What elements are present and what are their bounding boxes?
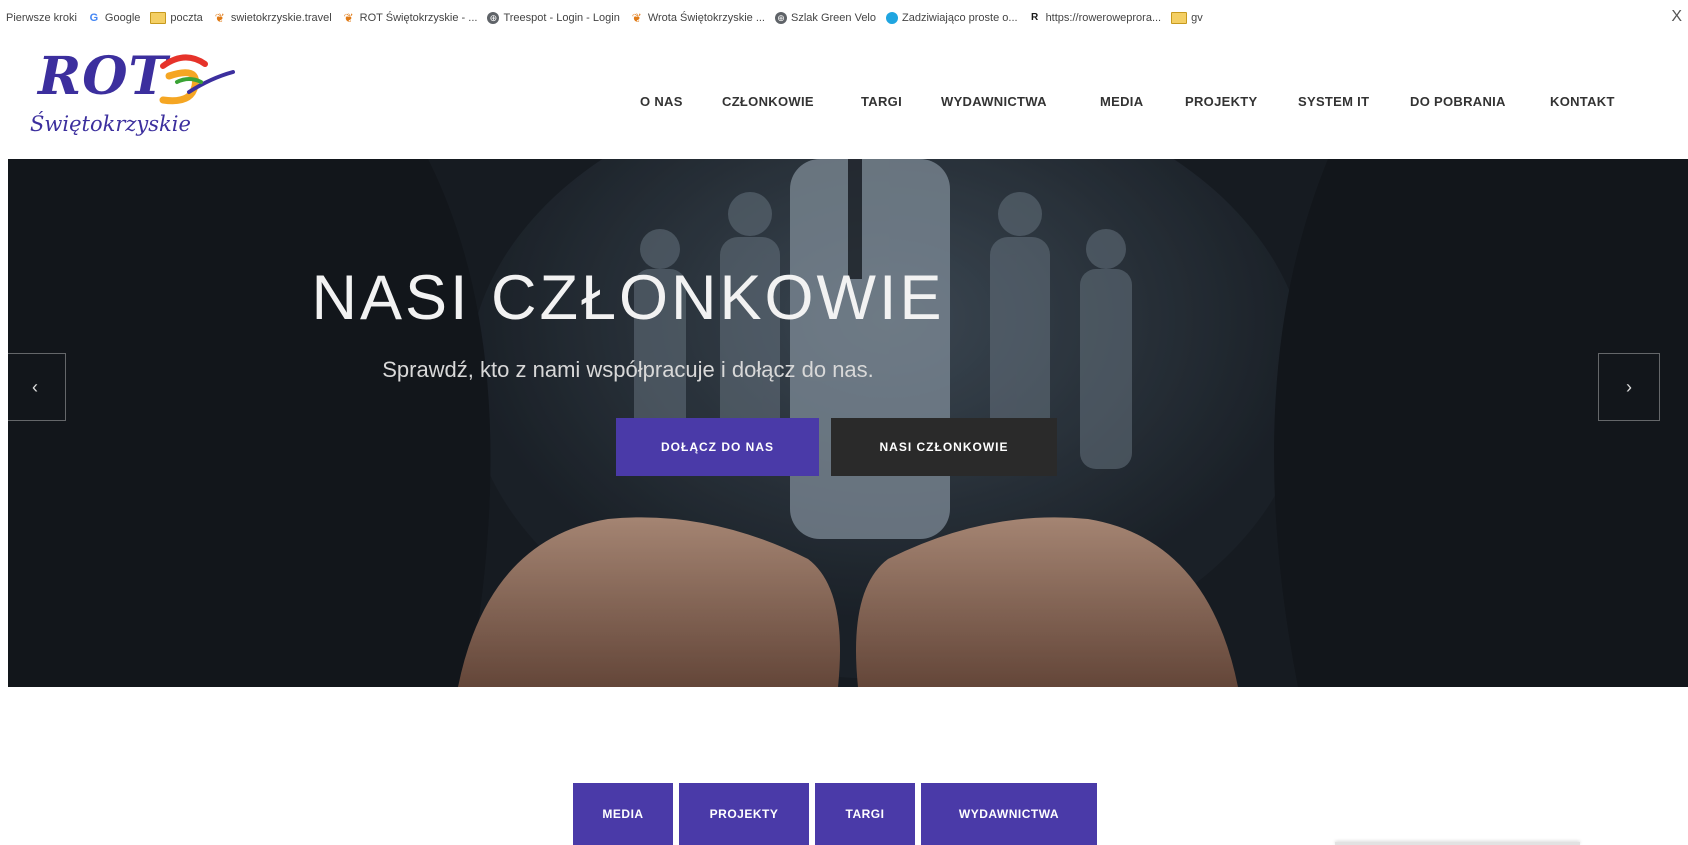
chevron-left-icon[interactable]: ‹ bbox=[8, 353, 66, 421]
bookmark-label: swietokrzyskie.travel bbox=[230, 12, 332, 24]
rot-icon: ❦ bbox=[214, 11, 225, 25]
hero-title: NASI CZŁONKOWIE bbox=[311, 263, 945, 333]
bookmark-label: Szlak Green Velo bbox=[791, 12, 876, 24]
bookmark-poczta[interactable]: poczta bbox=[150, 12, 203, 24]
tab-targi[interactable]: TARGI bbox=[815, 783, 915, 845]
nav-o-nas[interactable]: O NAS bbox=[640, 94, 683, 109]
main-nav: O NAS CZŁONKOWIE TARGI WYDAWNICTWA MEDIA… bbox=[0, 94, 1688, 114]
bookmark-label: poczta bbox=[170, 12, 203, 24]
folder-icon bbox=[150, 12, 167, 24]
bookmark-label: gv bbox=[1191, 12, 1203, 24]
bookmark-pierwsze-kroki[interactable]: Pierwsze kroki bbox=[6, 12, 77, 24]
tab-wydawnictwa[interactable]: WYDAWNICTWA bbox=[921, 783, 1097, 845]
folder-icon bbox=[1171, 12, 1188, 24]
hero-subtitle: Sprawdź, kto z nami współpracuje i dołąc… bbox=[382, 357, 874, 382]
google-icon: G bbox=[89, 12, 99, 24]
bookmark-label: Wrota Świętokrzyskie ... bbox=[647, 12, 765, 24]
nav-czlonkowie[interactable]: CZŁONKOWIE bbox=[722, 94, 814, 109]
bookmark-google[interactable]: G Google bbox=[87, 11, 141, 25]
bookmark-wrota[interactable]: ❦ Wrota Świętokrzyskie ... bbox=[630, 11, 765, 25]
globe-icon: ⊕ bbox=[775, 12, 787, 24]
tab-projekty[interactable]: PROJEKTY bbox=[679, 783, 809, 845]
nav-media[interactable]: MEDIA bbox=[1100, 94, 1143, 109]
nav-do-pobrania[interactable]: DO POBRANIA bbox=[1410, 94, 1506, 109]
nav-wydawnictwa[interactable]: WYDAWNICTWA bbox=[941, 94, 1047, 109]
chevron-right-icon[interactable]: › bbox=[1598, 353, 1660, 421]
hero-slider: NASI CZŁONKOWIE Sprawdź, kto z nami wspó… bbox=[8, 159, 1688, 687]
logo-subtitle: Świętokrzyskie bbox=[30, 112, 191, 136]
bookmark-treespot[interactable]: ⊕ Treespot - Login - Login bbox=[487, 12, 620, 24]
nav-targi[interactable]: TARGI bbox=[861, 94, 902, 109]
bookmark-label: ROT Świętokrzyskie - ... bbox=[359, 12, 478, 24]
bookmark-green-velo[interactable]: ⊕ Szlak Green Velo bbox=[775, 12, 876, 24]
nav-system-it[interactable]: SYSTEM IT bbox=[1298, 94, 1369, 109]
bookmark-label: Zadziwiająco proste o... bbox=[902, 12, 1018, 24]
bookmark-rowerowe[interactable]: R https://roweroweprora... bbox=[1028, 11, 1162, 25]
bookmark-label: Google bbox=[104, 12, 141, 24]
rot-icon: ❦ bbox=[343, 11, 354, 25]
r-icon: R bbox=[1030, 12, 1039, 23]
bookmarks-bar: Pierwsze kroki G Google poczta ❦ swietok… bbox=[0, 0, 1688, 37]
globe-icon: ⊕ bbox=[487, 12, 500, 24]
close-icon[interactable]: X bbox=[1671, 8, 1682, 26]
bookmark-label: Pierwsze kroki bbox=[6, 12, 77, 24]
bookmark-label: Treespot - Login - Login bbox=[503, 12, 620, 24]
bookmark-gv[interactable]: gv bbox=[1171, 12, 1203, 24]
our-members-button[interactable]: NASI CZŁONKOWIE bbox=[831, 418, 1057, 476]
join-us-button[interactable]: DOŁĄCZ DO NAS bbox=[616, 418, 819, 476]
cyan-circle-icon bbox=[886, 12, 898, 24]
bookmark-swietokrzyskie-travel[interactable]: ❦ swietokrzyskie.travel bbox=[213, 11, 332, 25]
nav-projekty[interactable]: PROJEKTY bbox=[1185, 94, 1257, 109]
rot-icon: ❦ bbox=[631, 11, 642, 25]
tab-media[interactable]: MEDIA bbox=[573, 783, 673, 845]
bookmark-label: https://roweroweprora... bbox=[1045, 12, 1162, 24]
bookmark-rot[interactable]: ❦ ROT Świętokrzyskie - ... bbox=[342, 11, 478, 25]
bookmark-zadziwiajaco[interactable]: Zadziwiająco proste o... bbox=[886, 12, 1018, 24]
site-header: ROT Świętokrzyskie O NAS CZŁONKOWIE TARG… bbox=[0, 36, 1688, 159]
nav-kontakt[interactable]: KONTAKT bbox=[1550, 94, 1615, 109]
